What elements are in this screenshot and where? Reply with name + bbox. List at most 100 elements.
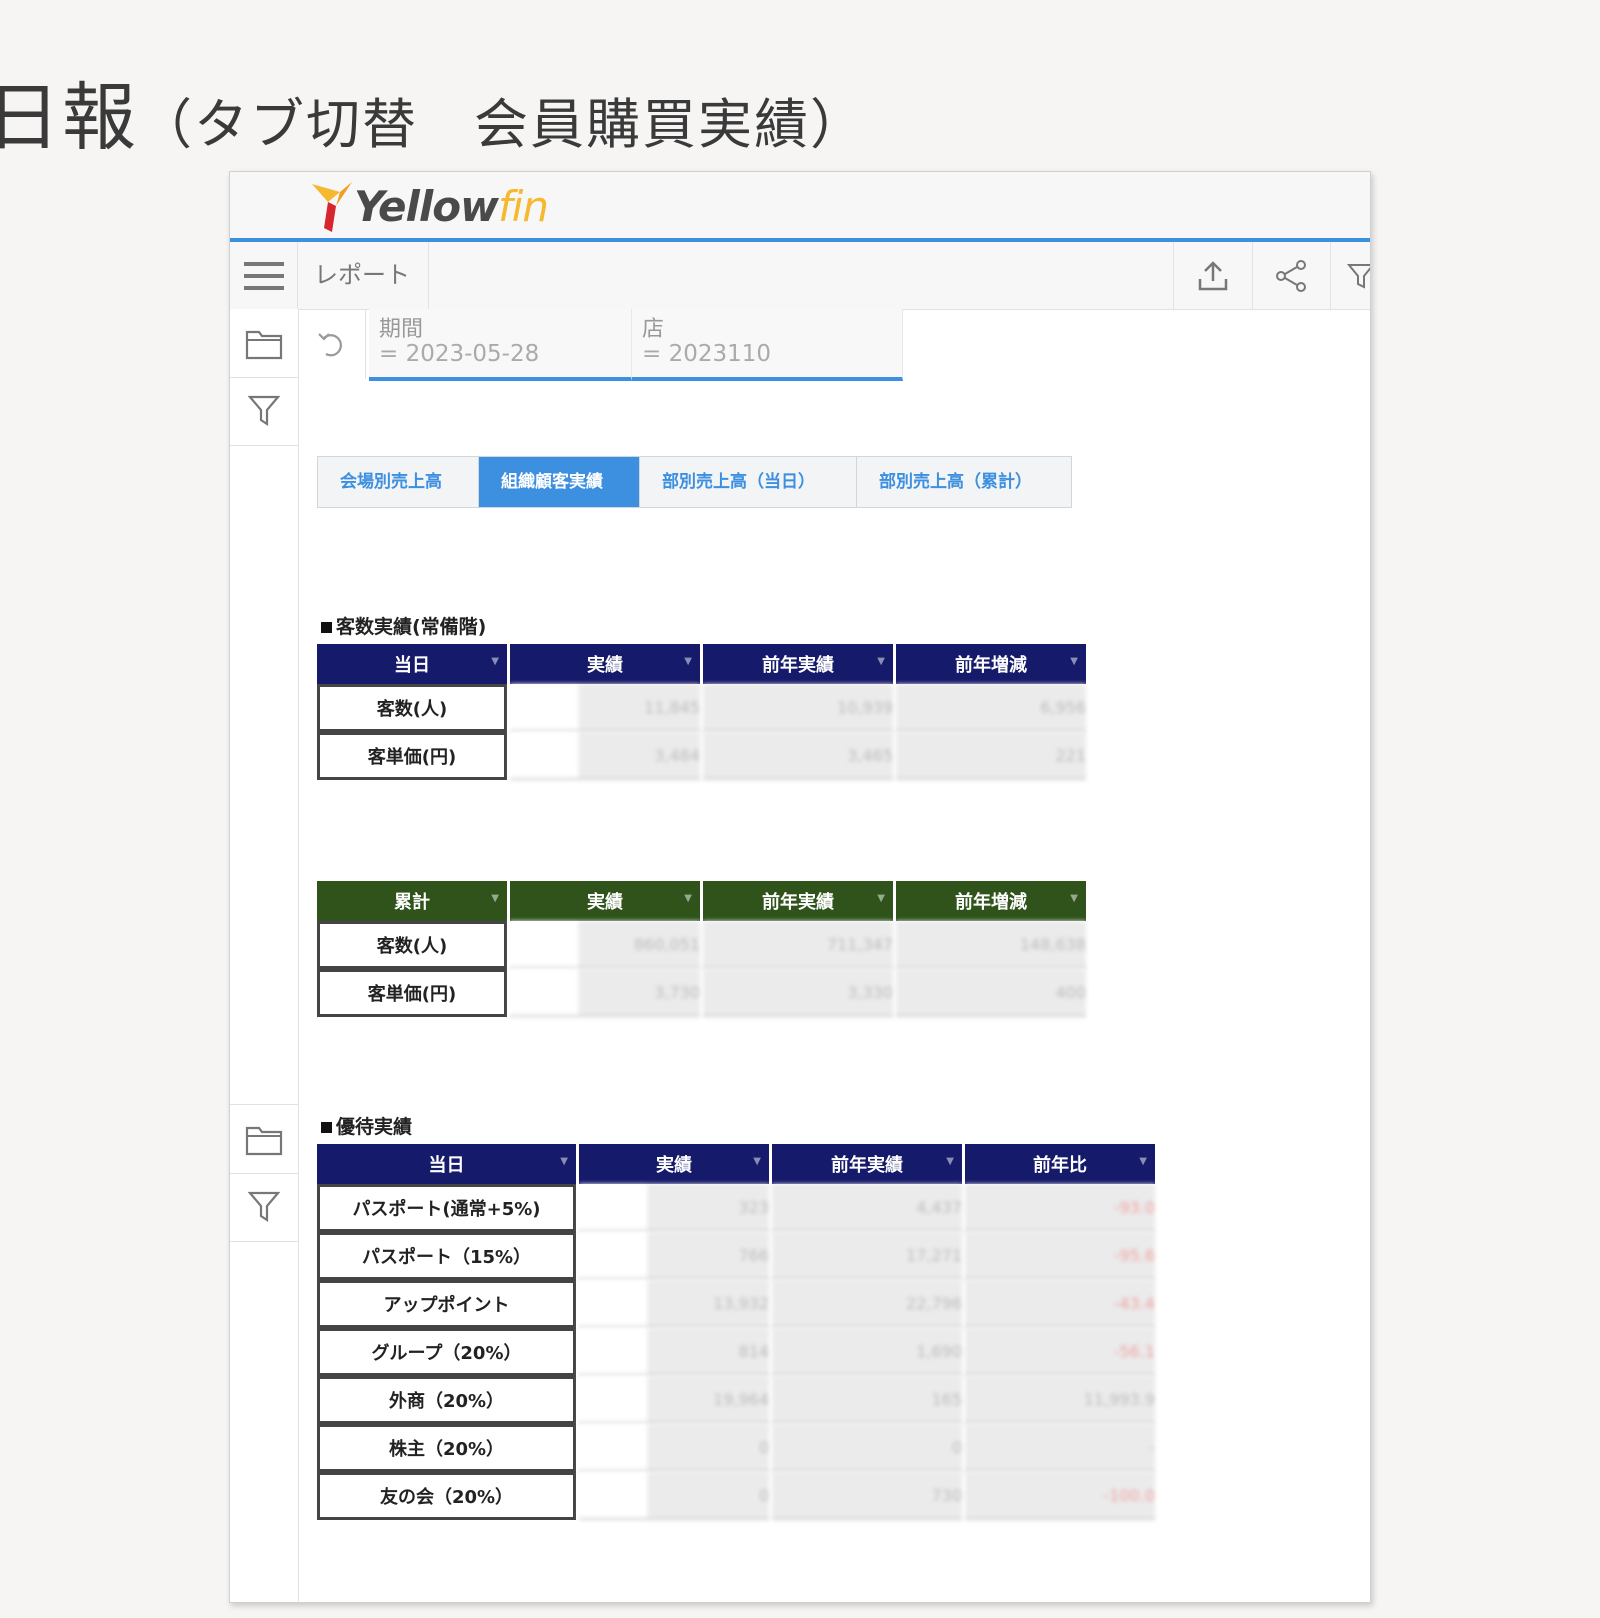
value-cell: -93.0 (965, 1184, 1155, 1232)
sidebar-filter-button[interactable] (230, 377, 298, 446)
filter-store[interactable]: 店 = 2023110 (632, 309, 903, 381)
column-header[interactable]: 前年実績 ▼ (703, 644, 893, 684)
customer-cumulative-table: 累計 ▼ 実績 ▼ 前年実績 ▼ 前年増減 ▼ 客数(人) 860,051 711,34… (314, 881, 1089, 1017)
table-row: アップポイント 13,932 22,796 -43.4 (317, 1280, 1155, 1328)
table-row: 客数(人) 11,845 10,939 6,956 (317, 684, 1086, 732)
tab-department-sales-cumulative[interactable]: 部別売上高（累計） (857, 457, 1071, 507)
value-cell: 19,964 (579, 1376, 769, 1424)
value-cell: 13,932 (579, 1280, 769, 1328)
filter-store-value: = 2023110 (642, 341, 772, 367)
folder-icon (245, 1126, 283, 1156)
value-cell: 3,465 (703, 732, 893, 780)
row-label: 客数(人) (317, 684, 507, 732)
table-row: 客単価(円) 3,484 3,465 221 (317, 732, 1086, 780)
slide-title-main: 日報 (0, 75, 138, 161)
row-label: 客単価(円) (317, 969, 507, 1017)
column-header-label: 実績 (656, 1155, 692, 1176)
value-cell: -95.6 (965, 1232, 1155, 1280)
table-row: 株主（20%） 0 0 - (317, 1424, 1155, 1472)
share-icon (1276, 259, 1306, 292)
table-row: グループ（20%） 814 1,690 -56.1 (317, 1328, 1155, 1376)
value-cell: -56.1 (965, 1328, 1155, 1376)
sidebar-folder-button[interactable] (230, 309, 298, 378)
value-cell: 148,638 (896, 921, 1086, 969)
column-header[interactable]: 当日 ▼ (317, 1144, 576, 1184)
sidebar-folder-button-lower[interactable] (230, 1104, 298, 1174)
column-header[interactable]: 実績 ▼ (579, 1144, 769, 1184)
value-cell: 814 (579, 1328, 769, 1376)
value-cell: 0 (579, 1424, 769, 1472)
column-header-label: 前年増減 (955, 655, 1027, 676)
logo-wordmark-main: Yellow (354, 181, 499, 231)
column-header[interactable]: 前年増減 ▼ (896, 644, 1086, 684)
table-row: 客数(人) 860,051 711,347 148,638 (317, 921, 1086, 969)
value-cell: 860,051 (510, 921, 700, 969)
column-header-label: 前年比 (1033, 1155, 1087, 1176)
customer-daily-table: 当日 ▼ 実績 ▼ 前年実績 ▼ 前年増減 ▼ 客数(人) 11,845 10,939 … (314, 644, 1089, 780)
row-label: パスポート（15%） (317, 1232, 576, 1280)
report-tabs: 会場別売上高 組織顧客実績 部別売上高（当日） 部別売上高（累計） (317, 456, 1072, 508)
value-cell: 11,993.9 (965, 1376, 1155, 1424)
row-label: 客単価(円) (317, 732, 507, 780)
export-upload-icon (1198, 260, 1228, 290)
column-header-label: 前年実績 (762, 892, 834, 913)
filter-period-name: 期間 (379, 317, 424, 342)
value-cell: 711,347 (703, 921, 893, 969)
value-cell: 730 (772, 1472, 962, 1520)
column-header[interactable]: 実績 ▼ (510, 644, 700, 684)
benefit-table: 当日 ▼ 実績 ▼ 前年実績 ▼ 前年比 ▼ パスポート(通常+5%) 323 4,43… (314, 1144, 1158, 1520)
menu-button[interactable] (230, 242, 298, 309)
value-cell: 400 (896, 969, 1086, 1017)
table-row: 友の会（20%） 0 730 -100.0 (317, 1472, 1155, 1520)
filter-toolbar-button[interactable] (1331, 242, 1370, 309)
section-customer-title-text: 客数実績(常備階) (336, 616, 487, 638)
slide-title: 日報（タブ切替 会員購買実績） (0, 58, 866, 165)
column-header-label: 当日 (394, 655, 430, 676)
column-header[interactable]: 当日 ▼ (317, 644, 507, 684)
table-row: パスポート（15%） 766 17,271 -95.6 (317, 1232, 1155, 1280)
column-header-label: 実績 (587, 892, 623, 913)
column-header[interactable]: 累計 ▼ (317, 881, 507, 921)
value-cell: 323 (579, 1184, 769, 1232)
column-header[interactable]: 前年実績 ▼ (703, 881, 893, 921)
value-cell: -100.0 (965, 1472, 1155, 1520)
undo-button[interactable] (299, 309, 366, 379)
row-label: 客数(人) (317, 921, 507, 969)
value-cell: 165 (772, 1376, 962, 1424)
filter-period-value: = 2023-05-28 (379, 341, 540, 367)
sidebar-filter-button-lower[interactable] (230, 1173, 298, 1242)
tab-organization-customer[interactable]: 組織顧客実績 (479, 457, 640, 507)
export-button[interactable] (1173, 242, 1253, 309)
yellowfin-logo: Yellowfin (310, 176, 549, 236)
section-benefit-title: 優待実績 (321, 1112, 412, 1139)
filter-icon (1346, 263, 1370, 289)
value-cell: 1,690 (772, 1328, 962, 1376)
column-header[interactable]: 前年比 ▼ (965, 1144, 1155, 1184)
value-cell: 4,437 (772, 1184, 962, 1232)
yellowfin-app-window: Yellowfin レポート 期間 = 2023-05-28 店 = 20231… (229, 171, 1371, 1603)
row-label: パスポート(通常+5%) (317, 1184, 576, 1232)
value-cell: 22,796 (772, 1280, 962, 1328)
hamburger-menu-icon (243, 261, 284, 290)
column-header[interactable]: 実績 ▼ (510, 881, 700, 921)
value-cell: 11,845 (510, 684, 700, 732)
value-cell: 221 (896, 732, 1086, 780)
left-sidebar (230, 309, 299, 1602)
share-button[interactable] (1252, 242, 1331, 309)
logo-wordmark: Yellowfin (354, 181, 549, 231)
slide-subtitle: （タブ切替 会員購買実績） (138, 93, 866, 156)
column-header[interactable]: 前年増減 ▼ (896, 881, 1086, 921)
tab-venue-sales[interactable]: 会場別売上高 (318, 457, 479, 507)
section-benefit-title-text: 優待実績 (336, 1116, 413, 1138)
undo-icon (318, 333, 342, 357)
filter-period[interactable]: 期間 = 2023-05-28 (369, 309, 632, 381)
logo-wordmark-accent: fin (497, 181, 549, 231)
value-cell: 0 (579, 1472, 769, 1520)
tab-department-sales-daily[interactable]: 部別売上高（当日） (640, 457, 857, 507)
row-label: アップポイント (317, 1280, 576, 1328)
value-cell: 766 (579, 1232, 769, 1280)
column-header-label: 当日 (428, 1155, 465, 1176)
column-header[interactable]: 前年実績 ▼ (772, 1144, 962, 1184)
filter-store-name: 店 (642, 317, 665, 342)
filter-icon (248, 395, 280, 427)
